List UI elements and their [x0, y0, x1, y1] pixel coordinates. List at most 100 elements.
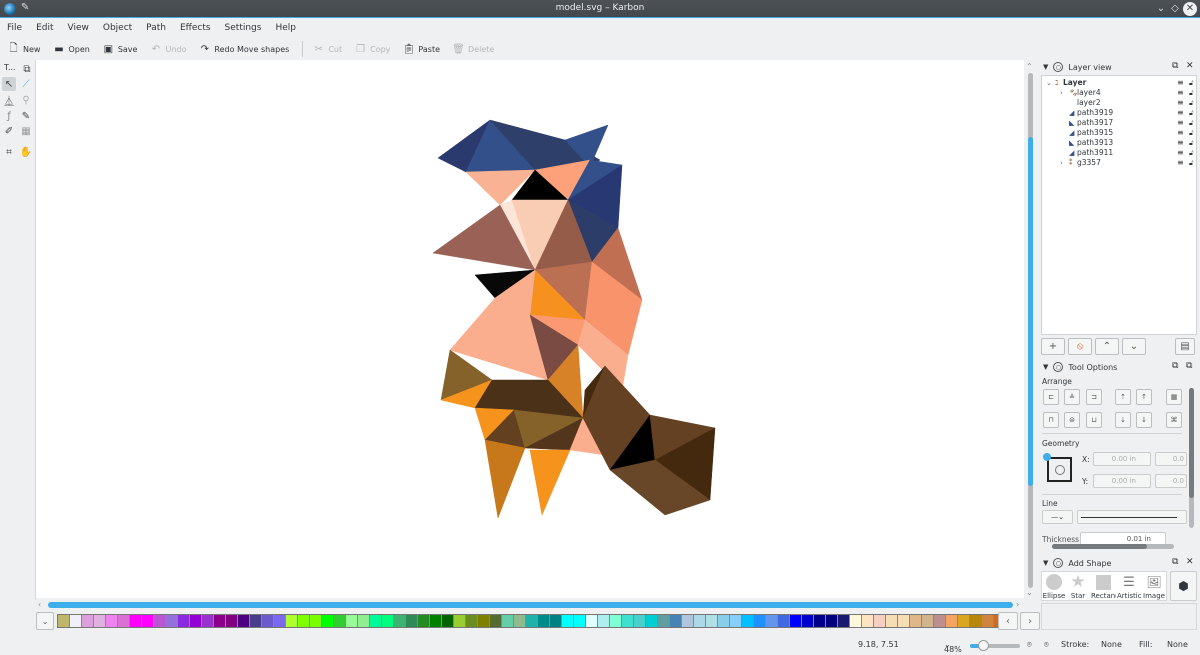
anchor-topleft-selected[interactable] [1043, 453, 1051, 461]
color-swatch[interactable] [982, 615, 994, 627]
vscroll-thumb[interactable] [1189, 388, 1194, 498]
color-swatch[interactable] [82, 615, 94, 627]
hscroll-thumb[interactable] [1052, 544, 1147, 549]
delete-button[interactable]: 🗑︎ Delete [452, 44, 494, 55]
color-swatch[interactable] [334, 615, 346, 627]
shape-artistic-text[interactable]: ☰ Artistic [1117, 574, 1142, 601]
lock-icon[interactable]: 🔓︎ [1189, 118, 1194, 128]
layer-row[interactable]: ◢ path3911 ≡ 🔓︎ [1042, 148, 1197, 158]
path-edit-icon[interactable]: ⚲ [19, 93, 33, 107]
color-swatch[interactable] [598, 615, 610, 627]
triangle-shape[interactable] [529, 449, 571, 516]
shape-ellipse[interactable]: Ellipse [1042, 574, 1066, 600]
color-swatch[interactable] [382, 615, 394, 627]
lock-icon[interactable]: 🔓︎ [1189, 78, 1194, 88]
copy-button[interactable]: ❐ Copy [355, 44, 390, 55]
tool-options-vscroll[interactable] [1189, 388, 1194, 528]
bring-to-front-button[interactable]: ⇡ [1115, 389, 1131, 405]
color-swatch[interactable] [898, 615, 910, 627]
line-dash-dropdown[interactable] [1077, 510, 1187, 524]
color-swatch[interactable] [646, 615, 658, 627]
zoom-fit-icon[interactable]: ⌾ [1027, 640, 1032, 650]
float-dock-icon[interactable]: ⧉ [1172, 61, 1178, 71]
layer-view-mode-button[interactable]: ▤ [1175, 338, 1195, 355]
color-swatch[interactable] [838, 615, 850, 627]
layer-row[interactable]: ◢ path3919 ≡ 🔓︎ [1042, 108, 1197, 118]
raise-button[interactable]: ↑ [1136, 389, 1152, 405]
visibility-icon[interactable]: ≡ [1177, 108, 1184, 118]
visibility-icon[interactable]: ≡ [1177, 148, 1184, 158]
scroll-up-icon[interactable]: ⌃ [1026, 62, 1033, 71]
lock-icon[interactable]: 🔓︎ [1189, 128, 1194, 138]
collapse-icon[interactable]: ▼ [1043, 363, 1048, 371]
color-swatch[interactable] [934, 615, 946, 627]
color-swatch[interactable] [526, 615, 538, 627]
layer-row[interactable]: ◢ path3915 ≡ 🔓︎ [1042, 128, 1197, 138]
expand-icon[interactable]: › [1060, 158, 1063, 168]
color-swatch[interactable] [802, 615, 814, 627]
redo-button[interactable]: ↷ Redo Move shapes [199, 44, 290, 55]
color-swatch[interactable] [718, 615, 730, 627]
dock-lock-icon[interactable]: ○ [1053, 362, 1064, 372]
color-swatch[interactable] [610, 615, 622, 627]
color-swatch[interactable] [502, 615, 514, 627]
color-swatch[interactable] [766, 615, 778, 627]
layer-row[interactable]: ◣ path3917 ≡ 🔓︎ [1042, 118, 1197, 128]
send-to-back-button[interactable]: ⇣ [1115, 412, 1131, 428]
color-swatch[interactable] [310, 615, 322, 627]
float-dock-icon[interactable]: ⧉ [1172, 361, 1178, 371]
visibility-icon[interactable]: ≡ [1177, 138, 1184, 148]
color-swatch[interactable] [790, 615, 802, 627]
color-swatch[interactable] [418, 615, 430, 627]
cut-button[interactable]: ✂ Cut [313, 44, 343, 55]
color-swatch[interactable] [274, 615, 286, 627]
color-swatch[interactable] [454, 615, 466, 627]
align-vcenter-button[interactable]: ⊜ [1064, 412, 1080, 428]
float-dock-icon[interactable]: ⧉ [1172, 557, 1178, 567]
dock-lock-icon[interactable]: ○ [1053, 558, 1064, 568]
visibility-icon[interactable]: ≡ [1177, 88, 1184, 98]
paste-button[interactable]: 📋︎ Paste [403, 44, 440, 55]
zoom-to-selection-icon[interactable]: ⌾ [1044, 640, 1049, 650]
expand-icon[interactable]: ⌄ [1046, 78, 1052, 88]
width-field[interactable]: 0.0 [1155, 452, 1187, 466]
open-button[interactable]: ▬ Open [53, 44, 90, 55]
color-swatch[interactable] [430, 615, 442, 627]
shape-collections-button[interactable]: ⬢ [1170, 571, 1197, 601]
align-top-button[interactable]: ⊓ [1043, 412, 1059, 428]
maximize-button[interactable]: ◇ [1168, 2, 1182, 16]
layer-row[interactable]: layer2 ≡ 🔓︎ [1042, 98, 1197, 108]
menu-edit[interactable]: Edit [36, 19, 53, 37]
new-button[interactable]: 🗋 New [8, 43, 40, 55]
color-swatch[interactable] [202, 615, 214, 627]
line-style-dropdown[interactable]: —⌄ [1042, 510, 1073, 524]
color-swatch[interactable] [322, 615, 334, 627]
zoom-slider[interactable] [970, 640, 1020, 651]
line-tool-icon[interactable]: ⟋ [19, 77, 33, 91]
align-bottom-button[interactable]: ⊔ [1086, 412, 1102, 428]
lower-button[interactable]: ↓ [1136, 412, 1152, 428]
shape-rectangle[interactable]: Rectangle [1091, 574, 1116, 600]
menu-help[interactable]: Help [275, 19, 296, 37]
color-swatch[interactable] [874, 615, 886, 627]
menu-path[interactable]: Path [146, 19, 166, 37]
color-swatch[interactable] [262, 615, 274, 627]
menu-settings[interactable]: Settings [225, 19, 262, 37]
color-swatch[interactable] [670, 615, 682, 627]
drawing-canvas[interactable] [36, 60, 1024, 598]
color-swatch[interactable] [862, 615, 874, 627]
color-swatch[interactable] [574, 615, 586, 627]
color-swatch[interactable] [514, 615, 526, 627]
tool-options-hscroll[interactable] [1052, 544, 1174, 549]
align-center-button[interactable]: ≗ [1064, 389, 1080, 405]
pattern-tool-icon[interactable]: ✎ [19, 109, 33, 123]
close-window-button[interactable]: ✕ [1183, 2, 1197, 16]
minimize-button[interactable]: ⌄ [1154, 2, 1168, 16]
height-field[interactable]: 0.0 [1155, 474, 1187, 488]
palette-menu-button[interactable]: ⌄ [36, 612, 54, 630]
group-button[interactable]: ▦ [1166, 389, 1182, 405]
shape-star[interactable]: ★ Star [1066, 572, 1090, 600]
color-swatch[interactable] [550, 615, 562, 627]
menu-effects[interactable]: Effects [180, 19, 211, 37]
color-swatch[interactable] [178, 615, 190, 627]
